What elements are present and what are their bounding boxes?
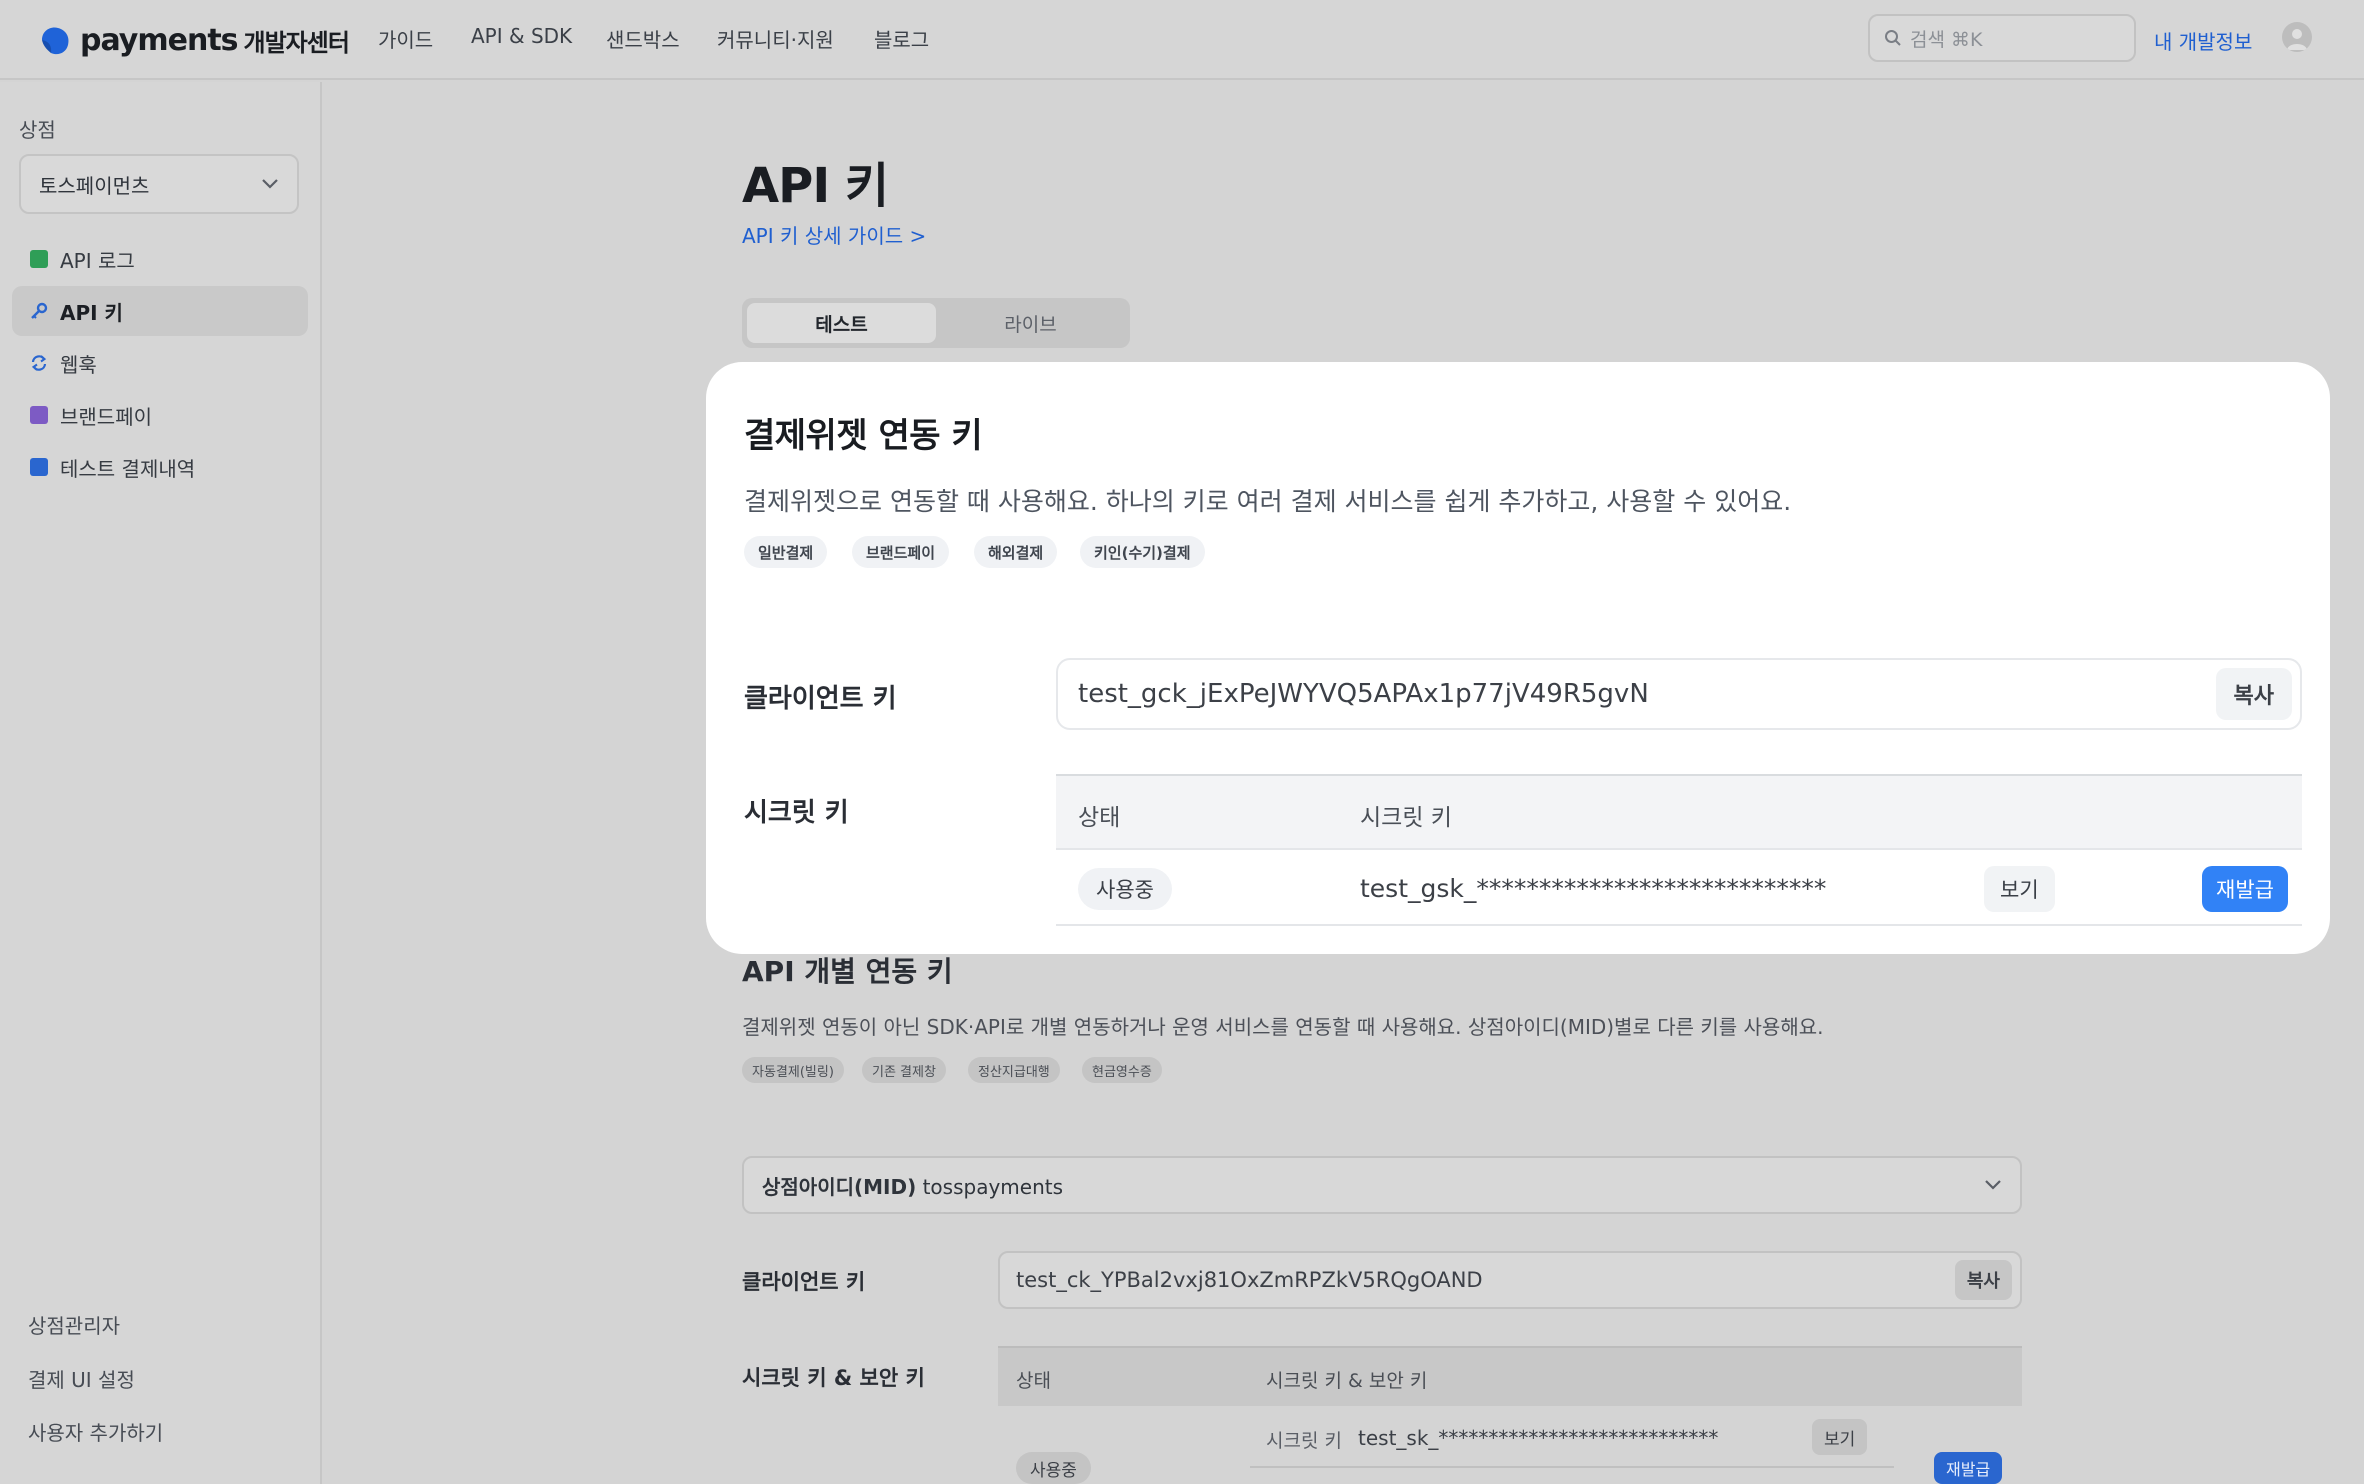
receipt-icon [30,458,48,476]
page-title: API 키 [742,158,889,214]
env-tabs: 테스트 라이브 [742,298,1130,348]
chevron-down-icon [1985,1180,2001,1190]
search-placeholder: 검색 ⌘K [1910,28,1983,51]
divider [1250,1466,1894,1468]
sidebar-item-label: API 키 [60,300,123,325]
payment-ui-settings-link[interactable]: 결제 UI 설정 [28,1364,135,1393]
sidebar-item-api-key[interactable]: API 키 [12,286,308,336]
widget-chip: 해외결제 [974,536,1058,568]
client-key-value: test_gck_jExPeJWYVQ5APAx1p77jV49R5gvN [1078,679,1649,709]
widget-chip: 일반결제 [744,536,828,568]
sidebar-item-test-payments[interactable]: 테스트 결제내역 [12,442,308,492]
nav-sandbox[interactable]: 샌드박스 [606,24,680,53]
sidebar-item-label: 웹훅 [60,352,97,377]
api-section-title: API 개별 연동 키 [742,955,953,988]
avatar-icon[interactable] [2282,22,2312,52]
add-user-link[interactable]: 사용자 추가하기 [28,1417,163,1446]
secret-key-label: 시크릿 키 [744,798,849,828]
user-icon [2287,29,2307,50]
my-dev-info-link[interactable]: 내 개발정보 [2154,26,2252,55]
secret-key-table: 상태 시크릿 키 사용중 test_gsk_******************… [1056,774,2302,926]
api-reissue-button[interactable]: 재발급 [1934,1452,2003,1484]
log-book-icon [30,250,48,268]
tab-live[interactable]: 라이브 [936,303,1125,343]
api-chip: 정산지급대행 [968,1057,1060,1083]
nav-blog[interactable]: 블로그 [874,24,929,53]
api-client-key-field[interactable]: test_ck_YPBal2vxj81OxZmRPZkV5RQgOAND 복사 [998,1251,2022,1309]
api-client-key-value: test_ck_YPBal2vxj81OxZmRPZkV5RQgOAND [1016,1268,1483,1292]
view-button[interactable]: 보기 [1984,866,2055,912]
widget-chip: 브랜드페이 [852,536,950,568]
table-header-secret: 시크릿 키 & 보안 키 [1266,1370,1428,1392]
key-icon [31,302,48,319]
api-status-badge: 사용중 [1016,1452,1091,1484]
table-header-status: 상태 [1078,805,1121,831]
store-admin-link[interactable]: 상점관리자 [28,1310,120,1339]
toss-logo-icon [42,27,69,55]
refresh-icon [31,355,47,371]
mid-value: tosspayments [922,1174,1064,1199]
chevron-down-icon [262,179,278,189]
top-header: payments 개발자센터 가이드 API & SDK 샌드박스 커뮤니티·지… [0,0,2364,80]
sidebar-item-label: 브랜드페이 [60,404,152,429]
api-section-description: 결제위젯 연동이 아닌 SDK·API로 개별 연동하거나 운영 서비스를 연동… [742,1015,1824,1039]
mid-select-value: 상점아이디(MID) tosspayments [762,1171,1063,1200]
sidebar-item-brandpay[interactable]: 브랜드페이 [12,390,308,440]
card-title: 결제위젯 연동 키 [744,416,983,456]
table-header-status: 상태 [1016,1370,1051,1392]
api-secret-key-label: 시크릿 키 & 보안 키 [742,1366,925,1390]
search-input[interactable]: 검색 ⌘K [1868,14,2136,62]
brandpay-icon [30,406,48,424]
search-icon [1885,30,1901,46]
api-key-guide-link[interactable]: API 키 상세 가이드 > [742,220,926,249]
reissue-button[interactable]: 재발급 [2202,866,2288,912]
api-copy-button[interactable]: 복사 [1954,1260,2012,1300]
nav-community[interactable]: 커뮤니티·지원 [717,24,834,53]
nav-guide[interactable]: 가이드 [378,24,433,53]
card-description: 결제위젯으로 연동할 때 사용해요. 하나의 키로 여러 결제 서비스를 쉽게 … [744,487,1792,516]
sidebar: 상점 토스페이먼츠 API 로그 API 키 웹훅 브랜드페이 테스트 결제내역 [0,82,322,1484]
api-view-button[interactable]: 보기 [1812,1419,1868,1455]
sidebar-section-title: 상점 [19,118,56,142]
widget-chip: 키인(수기)결제 [1080,536,1205,568]
mid-label: 상점아이디(MID) [762,1174,917,1199]
copy-button[interactable]: 복사 [2215,668,2292,720]
table-header: 상태 시크릿 키 [1056,776,2302,850]
sidebar-item-label: 테스트 결제내역 [60,456,196,481]
table-header-secret: 시크릿 키 [1360,805,1452,831]
store-select[interactable]: 토스페이먼츠 [19,154,299,214]
api-chip: 기존 결제창 [862,1057,946,1083]
sidebar-item-label: API 로그 [60,248,135,273]
api-secret-value: test_sk_**************************** [1358,1426,1719,1450]
widget-key-card: 결제위젯 연동 키 결제위젯으로 연동할 때 사용해요. 하나의 키로 여러 결… [706,362,2330,954]
nav-api-sdk[interactable]: API & SDK [471,24,572,48]
api-secret-table-header: 상태 시크릿 키 & 보안 키 [998,1346,2022,1406]
api-secret-row-label: 시크릿 키 [1266,1430,1342,1452]
api-client-key-label: 클라이언트 키 [742,1270,866,1294]
secret-key-value: test_gsk_**************************** [1360,874,1827,903]
sidebar-item-webhook[interactable]: 웹훅 [12,338,308,388]
table-row: 사용중 test_gsk_***************************… [1056,852,2302,926]
client-key-label: 클라이언트 키 [744,684,897,714]
status-badge: 사용중 [1078,868,1172,910]
sidebar-item-api-log[interactable]: API 로그 [12,234,308,284]
logo[interactable]: payments 개발자센터 [38,20,350,60]
mid-select[interactable]: 상점아이디(MID) tosspayments [742,1156,2022,1214]
logo-subtitle: 개발자센터 [243,28,350,57]
store-select-value: 토스페이먼츠 [39,173,150,198]
api-chip: 자동결제(빌링) [742,1057,844,1083]
api-chip: 현금영수증 [1082,1057,1162,1083]
tab-test[interactable]: 테스트 [747,303,936,343]
client-key-field[interactable]: test_gck_jExPeJWYVQ5APAx1p77jV49R5gvN 복사 [1056,658,2302,730]
logo-wordmark: payments [80,22,239,58]
